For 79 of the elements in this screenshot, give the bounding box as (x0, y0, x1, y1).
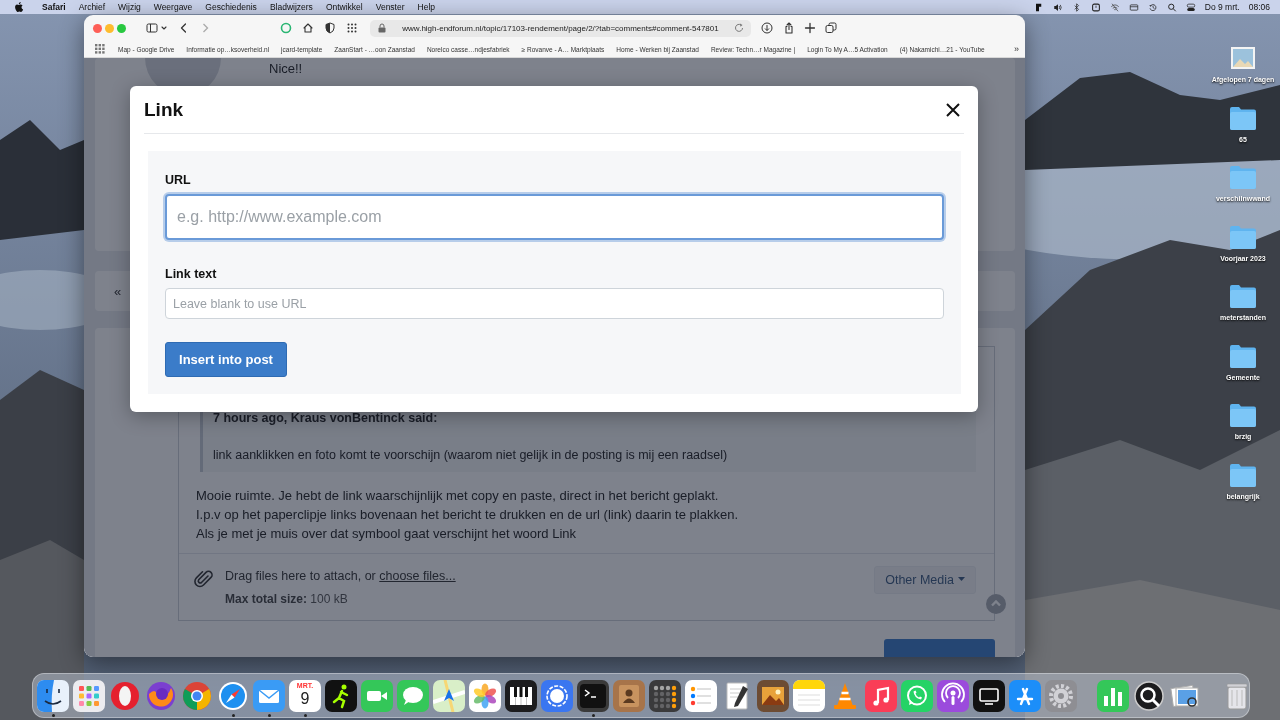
menu-bar-date[interactable]: Do 9 mrt. (1204, 2, 1240, 12)
map-icon[interactable] (433, 679, 465, 712)
speech-bubble-icon[interactable] (397, 679, 429, 712)
menu-item[interactable]: Geschiedenis (205, 2, 257, 12)
wifi-off-icon[interactable] (1109, 2, 1120, 12)
field-label: URL (165, 173, 192, 187)
reply-text: Mooie ruimte. Je hebt de link waarschijnlijk met copy en paste, direct in het bericht geplakt. I.p.v op het paperclipje links bovenaan het bericht te drukken en de url (link) daarin te plakken. Als je met je muis over dat symbool gaat verschijnt het woord Link (196, 487, 739, 543)
music-note-icon[interactable] (865, 679, 897, 712)
tv-icon[interactable] (973, 679, 1005, 712)
search-icon[interactable] (1166, 2, 1177, 12)
menu-item[interactable]: Archief (78, 2, 106, 12)
phone-bubble-icon[interactable] (901, 679, 933, 712)
menu-bar-time[interactable]: 08:06 (1248, 2, 1270, 12)
max-size-text: Max total size: 100 kB (225, 592, 349, 606)
calculator-icon[interactable] (649, 679, 681, 712)
ring-icon[interactable] (280, 22, 292, 34)
running-dot (231, 713, 235, 717)
quote-text: link aanklikken en foto komt te voorschijn (waarom niet gelijk in de posting is mij een raadsel) (213, 448, 729, 462)
caret-icon (958, 577, 965, 583)
logo-icon[interactable] (1033, 2, 1044, 12)
close-button[interactable] (944, 100, 962, 119)
insert-button[interactable]: Insert into post (165, 342, 287, 377)
field-label: Link text (165, 267, 218, 281)
envelope-icon[interactable] (253, 679, 285, 712)
magnifier-icon[interactable] (1133, 679, 1165, 712)
history-icon[interactable] (1147, 2, 1158, 12)
control-center-icon[interactable] (1185, 2, 1196, 12)
terminal-icon[interactable] (577, 679, 609, 712)
menu-item[interactable]: Venster (375, 2, 405, 12)
running-dot (303, 713, 307, 717)
menu-item[interactable]: Bladwijzers (269, 2, 313, 12)
link-text-field[interactable]: Leave blank to use URL (165, 288, 944, 319)
paperclip-icon (193, 568, 215, 590)
card-icon[interactable] (1128, 2, 1139, 12)
menu-item[interactable]: Safari (42, 2, 66, 12)
grid-icon[interactable] (346, 22, 358, 34)
attach-text: Drag files here to attach, or choose files... (225, 569, 456, 583)
tabs-icon[interactable] (825, 22, 837, 34)
notepad-icon[interactable] (793, 679, 825, 712)
podcast-icon[interactable] (937, 679, 969, 712)
running-dot (591, 713, 595, 717)
volume-icon[interactable] (1052, 2, 1063, 12)
flame-globe-icon[interactable] (145, 679, 177, 712)
download-icon[interactable] (761, 22, 773, 34)
menu-item[interactable]: Weergave (153, 2, 193, 12)
shield-icon[interactable] (324, 22, 336, 34)
ring-icon[interactable] (109, 679, 141, 712)
segmented-circle-icon[interactable] (181, 679, 213, 712)
address-field[interactable]: www.high-endforum.nl/topic/17103-rendement/page/2/?tab=comments#comment-547801 (370, 19, 751, 37)
menu-item[interactable]: Ontwikkel (325, 2, 363, 12)
compass-icon[interactable] (217, 679, 249, 712)
home-icon[interactable] (302, 22, 314, 34)
menu-item[interactable]: Wijzig (118, 2, 141, 12)
checklist-icon[interactable] (685, 679, 717, 712)
timer-icon[interactable] (1090, 2, 1101, 12)
share-icon[interactable] (783, 22, 795, 34)
url-field[interactable]: e.g. http://www.example.com (165, 194, 944, 240)
piano-keys-icon[interactable] (505, 679, 537, 712)
address-book-icon[interactable] (613, 679, 645, 712)
framed-picture-icon[interactable] (757, 679, 789, 712)
menu-item[interactable]: Help (417, 2, 436, 12)
reload-icon[interactable] (733, 22, 745, 34)
running-figure-icon[interactable] (325, 679, 357, 712)
running-dot (51, 713, 55, 717)
chat-ring-icon[interactable] (541, 679, 573, 712)
sidebar-icon[interactable] (146, 22, 158, 34)
running-dot (267, 713, 271, 717)
new-tab-icon[interactable] (804, 22, 816, 34)
more-bookmarks-button[interactable]: » (1014, 44, 1019, 54)
flower-icon[interactable] (469, 679, 501, 712)
image-thumbnail-icon[interactable] (1228, 44, 1258, 72)
smiling-face-icon[interactable] (37, 679, 69, 712)
dialog-title: Link (144, 98, 184, 121)
quote-header: 7 hours ago, Kraus vonBentinck said: (213, 411, 439, 425)
lock-icon[interactable] (376, 22, 388, 34)
calendar-day: 9 (300, 689, 310, 708)
choose-files-link[interactable]: choose files... (379, 569, 456, 583)
previous-page-link[interactable]: « (114, 283, 122, 299)
apple-icon[interactable] (13, 1, 25, 13)
